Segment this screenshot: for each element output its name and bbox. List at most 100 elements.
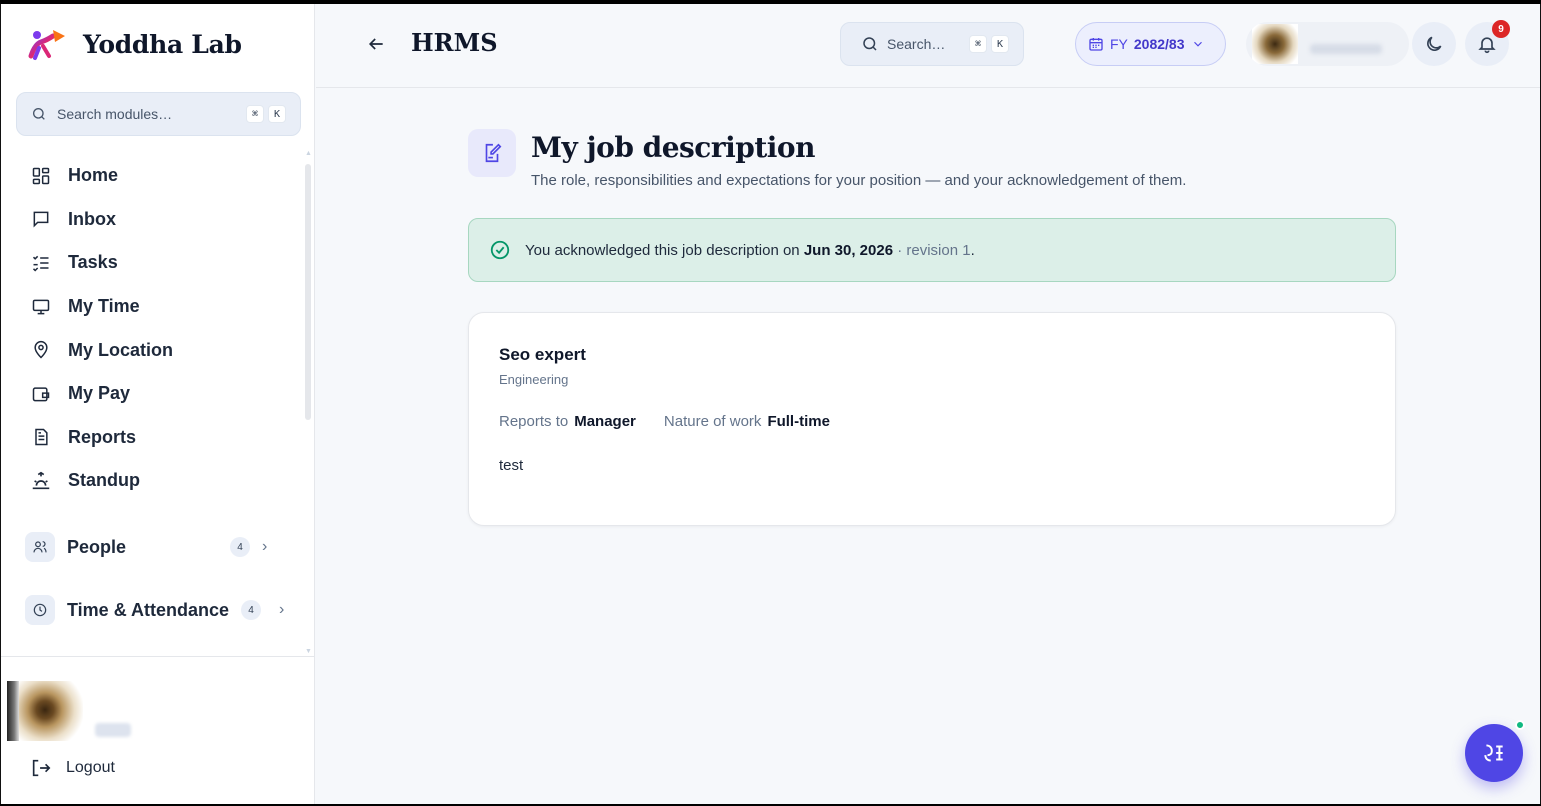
- sidebar-item-label: My Time: [68, 296, 140, 317]
- sidebar-item-home[interactable]: Home: [1, 154, 303, 198]
- count-badge: 4: [230, 537, 251, 557]
- global-search[interactable]: Search… ⌘ K: [840, 22, 1024, 66]
- reports-to-label: Reports to: [499, 413, 569, 430]
- logout-icon: [32, 759, 51, 777]
- sidebar-group-label: People: [67, 536, 127, 557]
- moon-icon: [1427, 36, 1442, 51]
- edit-document-icon: [468, 129, 516, 177]
- users-icon: [25, 532, 55, 562]
- shortcut-hint: ⌘ K: [969, 35, 1009, 53]
- sidebar-item-label: Tasks: [68, 252, 118, 273]
- sidebar-scrollbar[interactable]: [305, 164, 311, 420]
- brand[interactable]: Yoddha Lab: [25, 26, 242, 62]
- shortcut-key: K: [268, 105, 286, 123]
- chevron-right-icon: ›: [262, 538, 268, 555]
- sidebar-item-my-location[interactable]: My Location: [1, 328, 303, 372]
- sidebar-item-label: Home: [68, 165, 119, 186]
- sidebar: Yoddha Lab Search modules… ⌘ K ▲ ▼ Home: [1, 4, 315, 804]
- sidebar-item-my-pay[interactable]: My Pay: [1, 372, 303, 416]
- search-icon: [33, 108, 45, 120]
- online-status-dot: [1515, 720, 1525, 730]
- nature-of-work-field: Nature of work Full-time: [664, 413, 830, 430]
- ack-separator: ·: [893, 241, 907, 259]
- shortcut-key: ⌘: [969, 35, 987, 53]
- avatar-edge: [7, 681, 19, 741]
- search-icon: [863, 37, 877, 51]
- assistant-fab-button[interactable]: [1465, 724, 1523, 782]
- monitor-icon: [30, 296, 52, 318]
- clock-icon: [25, 595, 55, 625]
- fiscal-year-prefix: FY: [1110, 36, 1128, 52]
- reports-to-field: Reports to Manager: [499, 413, 636, 430]
- wallet-icon: [30, 383, 52, 405]
- sidebar-group-people[interactable]: People 4 ›: [25, 530, 267, 564]
- fiscal-year-select[interactable]: FY 2082/83: [1075, 22, 1226, 66]
- fiscal-year-value: 2082/83: [1133, 36, 1185, 52]
- ack-date: Jun 30, 2026: [803, 241, 894, 259]
- chevron-down-icon: [1193, 41, 1202, 47]
- module-search[interactable]: Search modules… ⌘ K: [16, 92, 301, 136]
- page-title: My job description: [531, 131, 815, 164]
- sidebar-item-reports[interactable]: Reports: [1, 416, 303, 460]
- map-pin-icon: [30, 339, 52, 361]
- topbar: HRMS Search… ⌘ K FY 2082/83 9: [316, 4, 1540, 88]
- sidebar-item-inbox[interactable]: Inbox: [1, 198, 303, 242]
- nature-of-work-value: Full-time: [767, 413, 830, 430]
- sidebar-item-tasks[interactable]: Tasks: [1, 241, 303, 285]
- file-text-icon: [30, 426, 52, 448]
- global-search-placeholder: Search…: [887, 36, 946, 52]
- grid-icon: [30, 165, 52, 187]
- brand-name: Yoddha Lab: [83, 29, 242, 59]
- user-name-redacted: [95, 723, 131, 737]
- ack-revision: revision 1: [906, 241, 971, 259]
- shortcut-hint: ⌘ K: [246, 105, 286, 123]
- sidebar-footer: Logout: [1, 656, 315, 804]
- message-square-icon: [30, 208, 52, 230]
- check-circle-icon: [490, 240, 510, 260]
- sidebar-item-label: My Pay: [68, 383, 131, 404]
- back-arrow-icon[interactable]: [366, 34, 386, 54]
- job-department: Engineering: [499, 372, 569, 387]
- logout-button[interactable]: Logout: [30, 757, 115, 779]
- acknowledgement-text: You acknowledged this job description on…: [525, 242, 975, 259]
- bell-icon: [1478, 37, 1496, 54]
- calendar-icon: [1089, 38, 1103, 51]
- sunrise-icon: [30, 470, 52, 492]
- checklist-icon: [30, 252, 52, 274]
- assistant-icon: [1484, 744, 1503, 762]
- reports-to-value: Manager: [574, 413, 636, 430]
- logout-label: Logout: [66, 759, 115, 776]
- sidebar-item-standup[interactable]: Standup: [1, 459, 303, 503]
- chevron-right-icon: ›: [279, 601, 285, 618]
- nature-of-work-label: Nature of work: [663, 413, 762, 430]
- sidebar-item-label: Reports: [68, 426, 137, 447]
- sidebar-group-time-attendance[interactable]: Time & Attendance 4 ›: [25, 593, 284, 627]
- sidebar-item-label: My Location: [68, 339, 174, 360]
- user-name-redacted: [1310, 44, 1382, 54]
- count-badge: 4: [241, 600, 262, 620]
- job-meta: Reports to Manager Nature of work Full-tim…: [499, 413, 830, 430]
- page-subtitle: The role, responsibilities and expectati…: [531, 172, 1187, 189]
- sidebar-group-label: Time & Attendance: [67, 599, 230, 620]
- ack-prefix: You acknowledged this job description on: [525, 241, 804, 259]
- theme-toggle-button[interactable]: [1412, 22, 1456, 66]
- ack-suffix: .: [970, 241, 975, 259]
- avatar: [1252, 24, 1298, 64]
- job-description-text: test: [499, 457, 524, 474]
- job-description-card: Seo expert Engineering Reports to Manager…: [468, 312, 1396, 526]
- app-title: HRMS: [411, 28, 498, 57]
- shortcut-key: K: [991, 35, 1009, 53]
- sidebar-item-label: Standup: [68, 470, 140, 491]
- scroll-up-arrow[interactable]: ▲: [305, 150, 312, 157]
- sidebar-item-label: Inbox: [68, 208, 116, 229]
- shortcut-key: ⌘: [246, 105, 264, 123]
- user-menu[interactable]: [1246, 22, 1409, 66]
- notification-count-badge: 9: [1492, 20, 1510, 38]
- module-search-placeholder: Search modules…: [57, 106, 173, 122]
- job-title: Seo expert: [499, 345, 586, 364]
- scroll-down-arrow[interactable]: ▼: [305, 648, 312, 655]
- sidebar-item-my-time[interactable]: My Time: [1, 285, 303, 329]
- logo-icon: [28, 30, 65, 60]
- acknowledgement-banner: You acknowledged this job description on…: [468, 218, 1396, 282]
- app-window: Yoddha Lab Search modules… ⌘ K ▲ ▼ Home: [0, 4, 1541, 804]
